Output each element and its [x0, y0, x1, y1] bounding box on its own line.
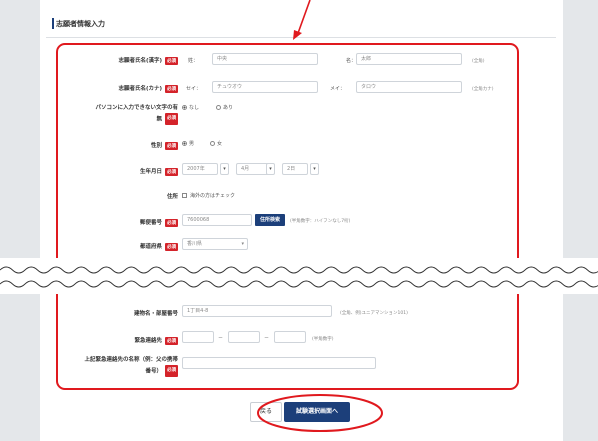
emergency-phone-part2[interactable]: [228, 331, 260, 343]
mei-kanji-input[interactable]: 太郎: [356, 53, 462, 65]
overseas-checkbox[interactable]: 海外の方はチェック: [182, 192, 235, 199]
required-badge: 必須: [165, 56, 178, 65]
postal-label: 郵便番号 必須: [139, 218, 178, 227]
emergency-note: (半角数字): [312, 337, 334, 342]
mei-kana-input[interactable]: タロウ: [356, 81, 462, 93]
radio-selected-icon: [182, 141, 187, 146]
mei-kana-label: メイ：: [330, 86, 346, 92]
required-badge: 必須: [165, 141, 178, 150]
name-kanji-note: (全角): [472, 59, 485, 64]
sei-kanji-input[interactable]: 中央: [212, 53, 318, 65]
required-badge: 必須: [165, 84, 178, 93]
building-input[interactable]: 1丁目4-8: [182, 305, 332, 317]
omission-wave: [0, 266, 598, 288]
gender-label: 性別 必須: [150, 141, 178, 150]
mei-label: 名：: [346, 58, 357, 64]
prefecture-label: 都道府県 必須: [139, 242, 178, 251]
birth-month-select[interactable]: 4月: [236, 163, 270, 175]
name-kana-note: (全角カナ): [472, 87, 494, 92]
required-badge: 必須: [165, 242, 178, 251]
postal-note: (半角数字：ハイフンなし7桁): [290, 219, 351, 224]
emergency-phone-part3[interactable]: [274, 331, 306, 343]
chevron-down-icon: ▾: [269, 166, 272, 172]
required-badge: 必須: [165, 218, 178, 227]
radio-selected-icon: [182, 105, 187, 110]
building-note: (全角、例)ユニアマンション101): [340, 311, 408, 316]
pc-chars-radio-exists[interactable]: あり: [216, 104, 233, 111]
birth-year-dropdown[interactable]: ▾: [220, 163, 229, 175]
name-kana-label: 志願者氏名(カナ) 必須: [118, 84, 178, 93]
required-badge: 必須: [165, 336, 178, 345]
sei-label: 姓：: [188, 58, 199, 64]
phone-dash: －: [218, 335, 224, 341]
checkbox-icon: [182, 193, 187, 198]
section-title-bar: [52, 18, 54, 29]
pc-chars-radio-none[interactable]: なし: [182, 104, 199, 111]
button-highlight-ellipse: [257, 394, 383, 432]
radio-unselected-icon: [210, 141, 215, 146]
birth-month-dropdown[interactable]: ▾: [266, 163, 275, 175]
chevron-down-icon: ▾: [241, 241, 244, 247]
building-label: 建物名・部屋番号: [133, 311, 178, 317]
annotation-arrow: [293, 0, 311, 40]
address-label: 住所: [166, 194, 178, 200]
address-search-button[interactable]: 住所検索: [255, 214, 285, 226]
emergency-name-label: 上記緊急連絡先の名称（例：父の携帯 番号） 必須: [60, 355, 178, 377]
radio-unselected-icon: [216, 105, 221, 110]
emergency-phone-part1[interactable]: [182, 331, 214, 343]
birth-label: 生年月日 必須: [139, 167, 178, 176]
postal-input[interactable]: 7600068: [182, 214, 252, 226]
prefecture-select[interactable]: 香川県 ▾: [182, 238, 248, 250]
sei-kana-label: セイ：: [186, 86, 202, 92]
emergency-name-input[interactable]: [182, 357, 376, 369]
chevron-down-icon: ▾: [313, 166, 316, 172]
chevron-down-icon: ▾: [223, 166, 226, 172]
birth-year-select[interactable]: 2007年: [182, 163, 218, 175]
gender-radio-male[interactable]: 男: [182, 140, 194, 147]
birth-day-dropdown[interactable]: ▾: [310, 163, 319, 175]
pc-chars-label: パソコンに入力できない文字の有 無必須: [60, 103, 178, 125]
required-badge: 必須: [165, 365, 178, 377]
birth-day-select[interactable]: 2日: [282, 163, 308, 175]
section-title: 志願者情報入力: [56, 20, 105, 28]
gender-radio-female[interactable]: 女: [210, 140, 222, 147]
required-badge: 必須: [165, 113, 178, 125]
required-badge: 必須: [165, 167, 178, 176]
phone-dash: －: [264, 335, 270, 341]
emergency-label: 緊急連絡先 必須: [134, 336, 178, 345]
name-kanji-label: 志願者氏名(漢字) 必須: [118, 56, 178, 65]
sei-kana-input[interactable]: チュウオウ: [212, 81, 318, 93]
